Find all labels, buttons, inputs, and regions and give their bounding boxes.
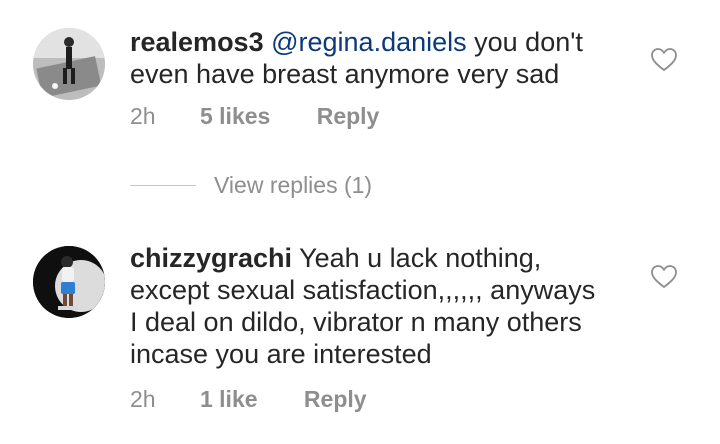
avatar[interactable] <box>33 28 105 100</box>
comment-text-line: incase you are interested <box>130 339 432 369</box>
comment-meta: 2h 5 likes Reply <box>130 103 379 130</box>
comment-text: chizzygrachi Yeah u lack nothing, except… <box>130 242 595 370</box>
comment-text: realemos3 @regina.daniels you don't even… <box>130 26 583 90</box>
comment-item: realemos3 @regina.daniels you don't even… <box>0 0 720 160</box>
like-heart-icon[interactable] <box>651 48 677 72</box>
comment-text-line: I deal on dildo, vibrator n many others <box>130 307 582 337</box>
like-heart-icon[interactable] <box>651 265 677 289</box>
comment-likes[interactable]: 5 likes <box>200 103 270 130</box>
comment-text-line: except sexual satisfaction,,,,,, anyways <box>130 275 596 305</box>
comment-time: 2h <box>130 103 156 129</box>
comment-text-line: even have breast anymore very sad <box>130 59 560 89</box>
comment-item: chizzygrachi Yeah u lack nothing, except… <box>0 220 720 444</box>
comment-username[interactable]: chizzygrachi <box>130 243 292 273</box>
avatar-photo-icon <box>33 246 105 318</box>
comment-text-line: you don't <box>466 27 583 57</box>
comment-likes[interactable]: 1 like <box>200 386 258 413</box>
avatar[interactable] <box>33 246 105 318</box>
comment-time: 2h <box>130 386 156 412</box>
comment-username[interactable]: realemos3 <box>130 27 264 57</box>
comment-mention[interactable]: @regina.daniels <box>271 27 467 57</box>
view-replies[interactable]: View replies (1) <box>130 172 372 202</box>
reply-button[interactable]: Reply <box>304 386 367 413</box>
avatar-photo-icon <box>33 28 105 100</box>
view-replies-divider <box>130 185 196 186</box>
view-replies-label[interactable]: View replies (1) <box>214 172 372 198</box>
comment-meta: 2h 1 like Reply <box>130 386 367 413</box>
comment-text-line: Yeah u lack nothing, <box>292 243 542 273</box>
reply-button[interactable]: Reply <box>317 103 380 130</box>
